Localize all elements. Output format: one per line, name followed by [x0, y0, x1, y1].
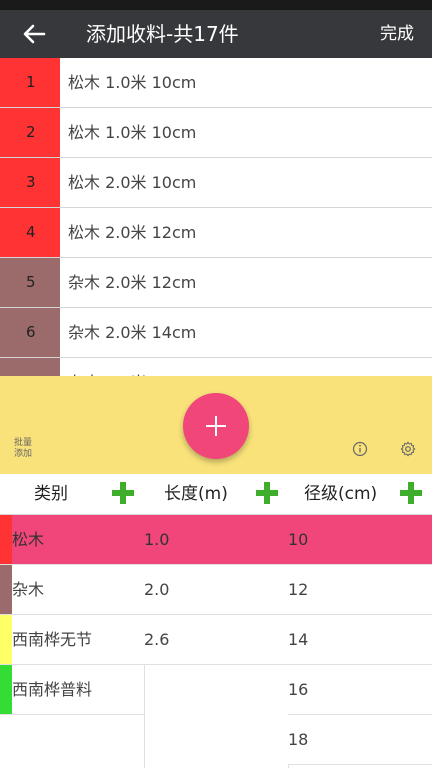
- batch-add-label-line2: 添加: [14, 449, 33, 459]
- diameter-option-label: 12: [288, 580, 309, 599]
- diameter-option[interactable]: 10: [288, 515, 432, 565]
- back-arrow-icon: [23, 24, 46, 44]
- category-option-label: 杂木: [12, 580, 45, 599]
- green-plus-icon-vertical: [264, 482, 270, 504]
- add-diameter-button[interactable]: [400, 482, 422, 504]
- list-item[interactable]: 2 松木 1.0米 10cm: [0, 108, 432, 158]
- diameter-header-label: 径级(cm): [304, 484, 378, 504]
- diameter-option-label: 10: [288, 530, 309, 549]
- item-number: 7: [0, 358, 60, 376]
- item-number: 1: [0, 58, 60, 107]
- item-number: 6: [0, 308, 60, 357]
- color-swatch: [0, 565, 12, 614]
- color-swatch: [0, 615, 12, 664]
- length-header-label: 长度(m): [164, 484, 228, 504]
- back-button[interactable]: [18, 18, 50, 50]
- item-number: 5: [0, 258, 60, 307]
- option-pickers: 类别 松木 杂木 西南桦无节 西南桦普料 长度(m) 1.0 2.0 2.6 径…: [0, 474, 432, 768]
- category-header-label: 类别: [34, 484, 68, 504]
- list-item[interactable]: 3 松木 2.0米 10cm: [0, 158, 432, 208]
- list-item[interactable]: 7 杂木 2.6米 14cm: [0, 358, 432, 376]
- category-column: 类别 松木 杂木 西南桦无节 西南桦普料: [0, 474, 144, 768]
- item-list: 1 松木 1.0米 10cm 2 松木 1.0米 10cm 3 松木 2.0米 …: [0, 58, 432, 376]
- list-item[interactable]: 1 松木 1.0米 10cm: [0, 58, 432, 108]
- list-item[interactable]: 6 杂木 2.0米 14cm: [0, 308, 432, 358]
- item-description: 松木 1.0米 10cm: [68, 123, 197, 142]
- add-item-button[interactable]: [183, 393, 249, 459]
- category-header: 类别: [0, 474, 144, 515]
- green-plus-icon-vertical: [408, 482, 414, 504]
- category-option-label: 西南桦普料: [12, 680, 93, 699]
- diameter-option-label: 14: [288, 630, 309, 649]
- diameter-option[interactable]: 14: [288, 615, 432, 665]
- top-bar: 添加收料-共17件 完成: [0, 10, 432, 58]
- status-bar: [0, 0, 432, 10]
- add-category-button[interactable]: [112, 482, 134, 504]
- item-description: 杂木 2.0米 14cm: [68, 323, 197, 342]
- item-description: 松木 2.0米 12cm: [68, 223, 197, 242]
- item-number: 4: [0, 208, 60, 257]
- item-description: 杂木 2.0米 12cm: [68, 273, 197, 292]
- page-title: 添加收料-共17件: [86, 22, 239, 46]
- category-option[interactable]: 杂木: [0, 565, 144, 615]
- length-header: 长度(m): [144, 474, 288, 515]
- diameter-option[interactable]: 16: [288, 665, 432, 715]
- batch-add-label-line1: 批量: [14, 438, 33, 448]
- length-option-label: 2.0: [144, 580, 170, 599]
- list-item[interactable]: 4 松木 2.0米 12cm: [0, 208, 432, 258]
- category-option-label: 松木: [12, 530, 45, 549]
- length-option[interactable]: 1.0: [144, 515, 288, 565]
- diameter-option[interactable]: 12: [288, 565, 432, 615]
- gear-icon[interactable]: [400, 441, 416, 457]
- item-description: 松木 2.0米 10cm: [68, 173, 197, 192]
- length-option[interactable]: 2.0: [144, 565, 288, 615]
- length-option-label: 2.6: [144, 630, 170, 649]
- done-button[interactable]: 完成: [380, 22, 414, 46]
- length-option-label: 1.0: [144, 530, 170, 549]
- length-column: 长度(m) 1.0 2.0 2.6: [144, 474, 288, 768]
- category-option[interactable]: 西南桦普料: [0, 665, 144, 715]
- category-option[interactable]: 松木: [0, 515, 144, 565]
- item-number: 3: [0, 158, 60, 207]
- color-swatch: [0, 665, 12, 714]
- length-option[interactable]: 2.6: [144, 615, 288, 665]
- color-swatch: [0, 515, 12, 564]
- green-plus-icon-vertical: [120, 482, 126, 504]
- diameter-option-label: 18: [288, 730, 309, 749]
- add-length-button[interactable]: [256, 482, 278, 504]
- diameter-option[interactable]: 18: [288, 715, 432, 765]
- plus-icon-vertical: [215, 416, 217, 436]
- info-icon[interactable]: [352, 441, 368, 457]
- item-description: 杂木 2.6米 14cm: [68, 358, 196, 376]
- item-number: 2: [0, 108, 60, 157]
- category-option[interactable]: 西南桦无节: [0, 615, 144, 665]
- diameter-column: 径级(cm) 10 12 14 16 18: [288, 474, 432, 768]
- category-option-label: 西南桦无节: [12, 630, 93, 649]
- item-description: 松木 1.0米 10cm: [68, 73, 197, 92]
- batch-add-button[interactable]: 批量 添加: [14, 438, 32, 460]
- diameter-header: 径级(cm): [288, 474, 432, 515]
- list-item[interactable]: 5 杂木 2.0米 12cm: [0, 258, 432, 308]
- diameter-option-label: 16: [288, 680, 309, 699]
